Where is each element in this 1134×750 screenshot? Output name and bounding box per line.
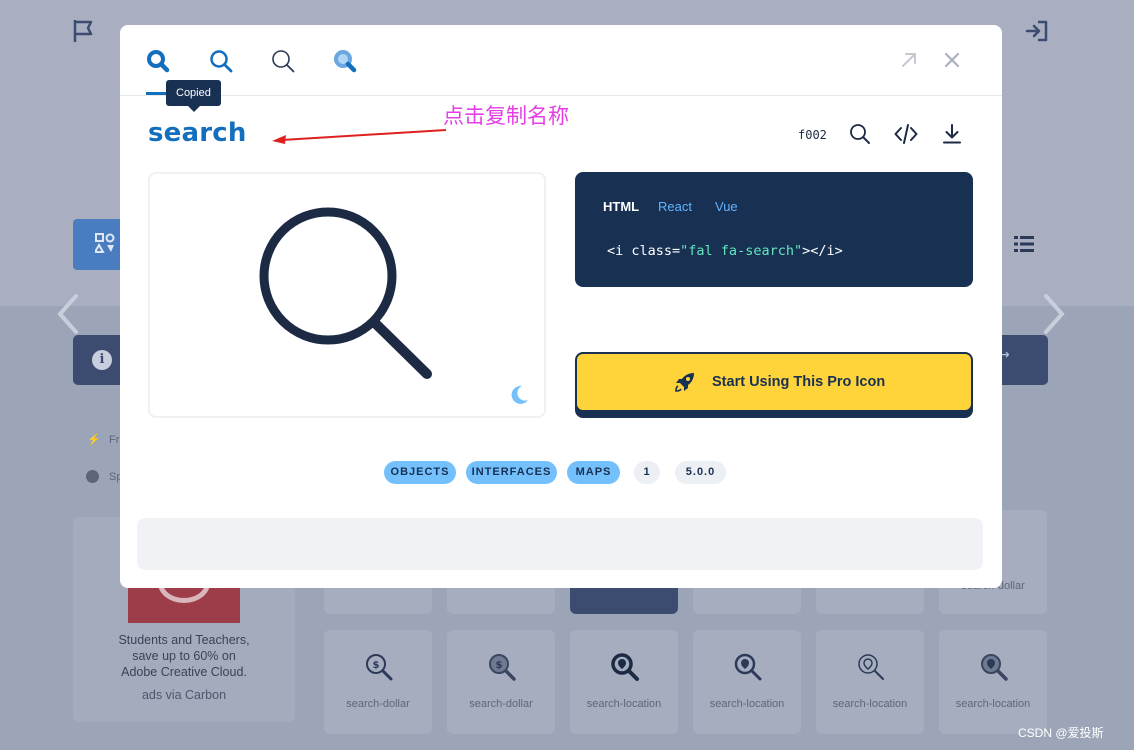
close-icon[interactable]	[942, 50, 962, 70]
start-using-label: Start Using This Pro Icon	[712, 374, 886, 390]
icon-name-copy[interactable]: search	[148, 118, 247, 148]
version-badge: 5.0.0	[675, 461, 726, 484]
category-pill-interfaces[interactable]: INTERFACES	[466, 461, 557, 484]
icon-tile[interactable]: search-location	[693, 630, 801, 734]
unicode-value[interactable]: f002	[798, 128, 827, 142]
icon-tile-label: search-dollar	[469, 698, 533, 710]
next-icon-arrow[interactable]	[1040, 293, 1068, 335]
search-dollar-icon: $	[489, 654, 516, 681]
code-tab-html[interactable]: HTML	[603, 199, 639, 214]
icon-preview	[148, 172, 546, 418]
copied-tooltip: Copied	[166, 80, 221, 112]
flag-icon[interactable]	[72, 18, 96, 44]
icon-tile[interactable]: $ search-dollar	[324, 630, 432, 734]
svg-text:$: $	[496, 660, 503, 671]
sponsor-icon	[86, 470, 99, 483]
icon-tile[interactable]: search-location	[816, 630, 924, 734]
info-icon: i	[92, 350, 112, 370]
search-icon[interactable]	[848, 122, 872, 146]
ad-via-label[interactable]: ads via Carbon	[73, 688, 295, 702]
shapes-icon	[95, 233, 115, 253]
search-location-icon	[611, 653, 639, 681]
code-icon[interactable]	[894, 122, 918, 146]
count-badge: 1	[634, 461, 660, 484]
search-dollar-icon: $	[366, 654, 393, 681]
code-snippet[interactable]: <i class="fal fa-search"></i>	[607, 243, 843, 259]
list-view-icon[interactable]	[1012, 232, 1036, 256]
annotation-arrow	[272, 129, 447, 144]
icon-tile-label: search-location	[955, 698, 1031, 710]
code-tab-react[interactable]: React	[658, 199, 692, 214]
previous-icon-arrow[interactable]	[54, 293, 82, 335]
watermark: CSDN @爱投斯	[1018, 726, 1104, 740]
icon-tile-label: search-location	[832, 698, 908, 710]
moon-icon[interactable]	[508, 384, 530, 406]
ad-placeholder-panel	[137, 518, 983, 570]
style-tab-light-search-icon[interactable]	[270, 48, 296, 74]
style-tab-solid-search-icon[interactable]	[145, 48, 171, 74]
category-pill-objects[interactable]: OBJECTS	[384, 461, 456, 484]
expand-icon[interactable]	[899, 50, 919, 70]
code-tab-vue[interactable]: Vue	[715, 199, 738, 214]
category-pill-maps[interactable]: MAPS	[567, 461, 620, 484]
sign-in-icon[interactable]	[1024, 18, 1050, 44]
annotation-text: 点击复制名称	[443, 104, 569, 128]
rocket-icon	[675, 373, 694, 392]
icon-detail-modal: Copied search 点击复制名称 f002 HTML React Vue…	[120, 25, 1002, 588]
search-location-icon	[981, 654, 1008, 681]
ad-line: Adobe Creative Cloud.	[121, 665, 247, 679]
icon-tile-label: search-dollar	[346, 698, 410, 710]
search-icon	[259, 207, 432, 379]
download-icon[interactable]	[940, 122, 964, 146]
icon-tile[interactable]: search-location	[939, 630, 1047, 734]
free-icon: ⚡	[87, 434, 101, 446]
code-snippet-card: HTML React Vue <i class="fal fa-search">…	[575, 172, 973, 287]
start-using-pro-button[interactable]: Start Using This Pro Icon	[575, 352, 973, 418]
icon-tile-label: search-location	[586, 698, 662, 710]
ad-line: save up to 60% on	[132, 649, 236, 663]
header-divider	[120, 95, 1002, 96]
svg-text:$: $	[373, 660, 380, 671]
search-location-icon	[858, 654, 884, 680]
icon-tile-label: search-location	[709, 698, 785, 710]
search-location-icon	[734, 653, 762, 681]
ad-line: Students and Teachers,	[118, 633, 250, 647]
icon-tile[interactable]: search-location	[570, 630, 678, 734]
style-tab-duotone-search-icon[interactable]	[332, 48, 358, 74]
icon-tile[interactable]: $ search-dollar	[447, 630, 555, 734]
style-tab-regular-search-icon[interactable]	[208, 48, 234, 74]
category-button[interactable]	[73, 219, 123, 270]
partial-label-free: Fr	[109, 434, 120, 446]
